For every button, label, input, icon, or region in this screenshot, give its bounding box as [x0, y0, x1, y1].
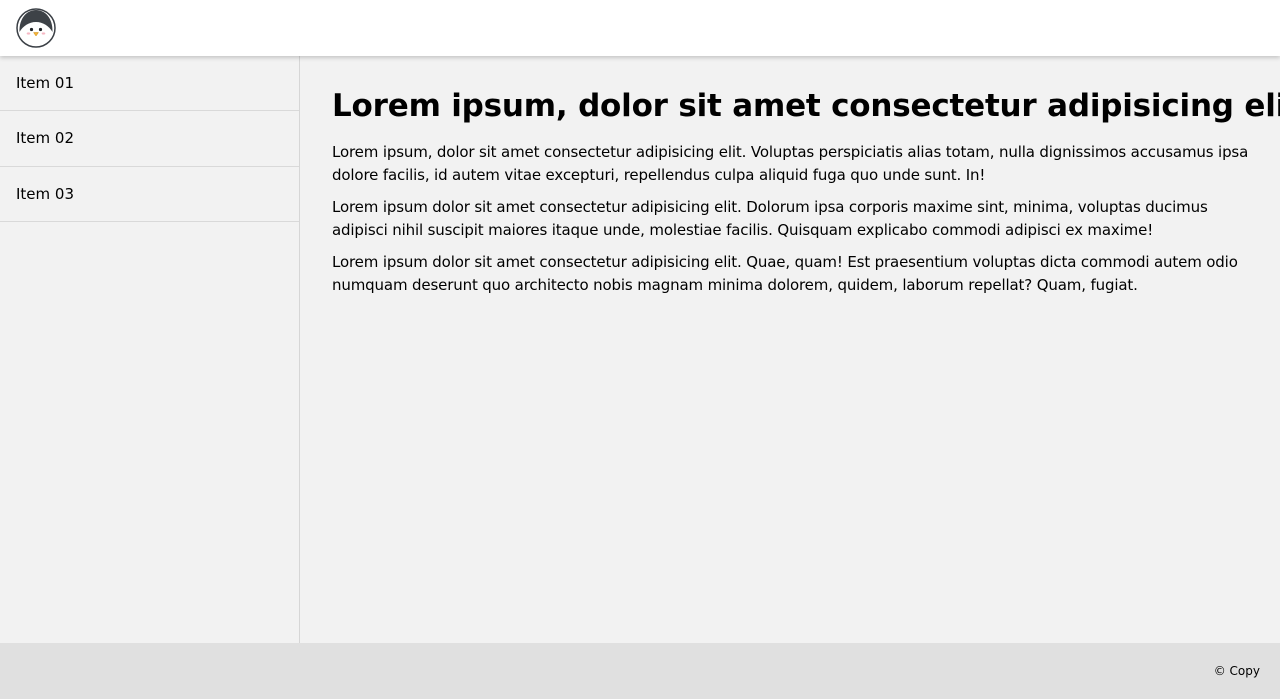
sidebar-item-label: Item 02	[16, 129, 75, 147]
paragraph-2: Lorem ipsum dolor sit amet consectetur a…	[332, 198, 1208, 239]
main-content: Lorem ipsum, dolor sit amet consectetur …	[301, 56, 1280, 643]
sidebar-item-label: Item 01	[16, 74, 75, 92]
copyright-text: © Copy	[1213, 664, 1260, 678]
sidebar-item-02[interactable]: Item 02	[0, 111, 299, 167]
paragraph-1: Lorem ipsum, dolor sit amet consectetur …	[332, 143, 1249, 184]
footer: © Copy	[0, 643, 1280, 699]
sidebar-item-label: Item 03	[16, 184, 75, 203]
penguin-avatar-icon[interactable]	[16, 8, 56, 48]
sidebar-item-03[interactable]: Item 03	[0, 167, 299, 222]
page-title: Lorem ipsum, dolor sit amet consectetur …	[332, 88, 1280, 124]
paragraph-3: Lorem ipsum dolor sit amet consectetur a…	[332, 253, 1238, 294]
sidebar-item-01[interactable]: Item 01	[0, 56, 299, 111]
sidebar: Item 01 Item 02 Item 03	[0, 56, 300, 643]
top-header	[0, 0, 1280, 56]
